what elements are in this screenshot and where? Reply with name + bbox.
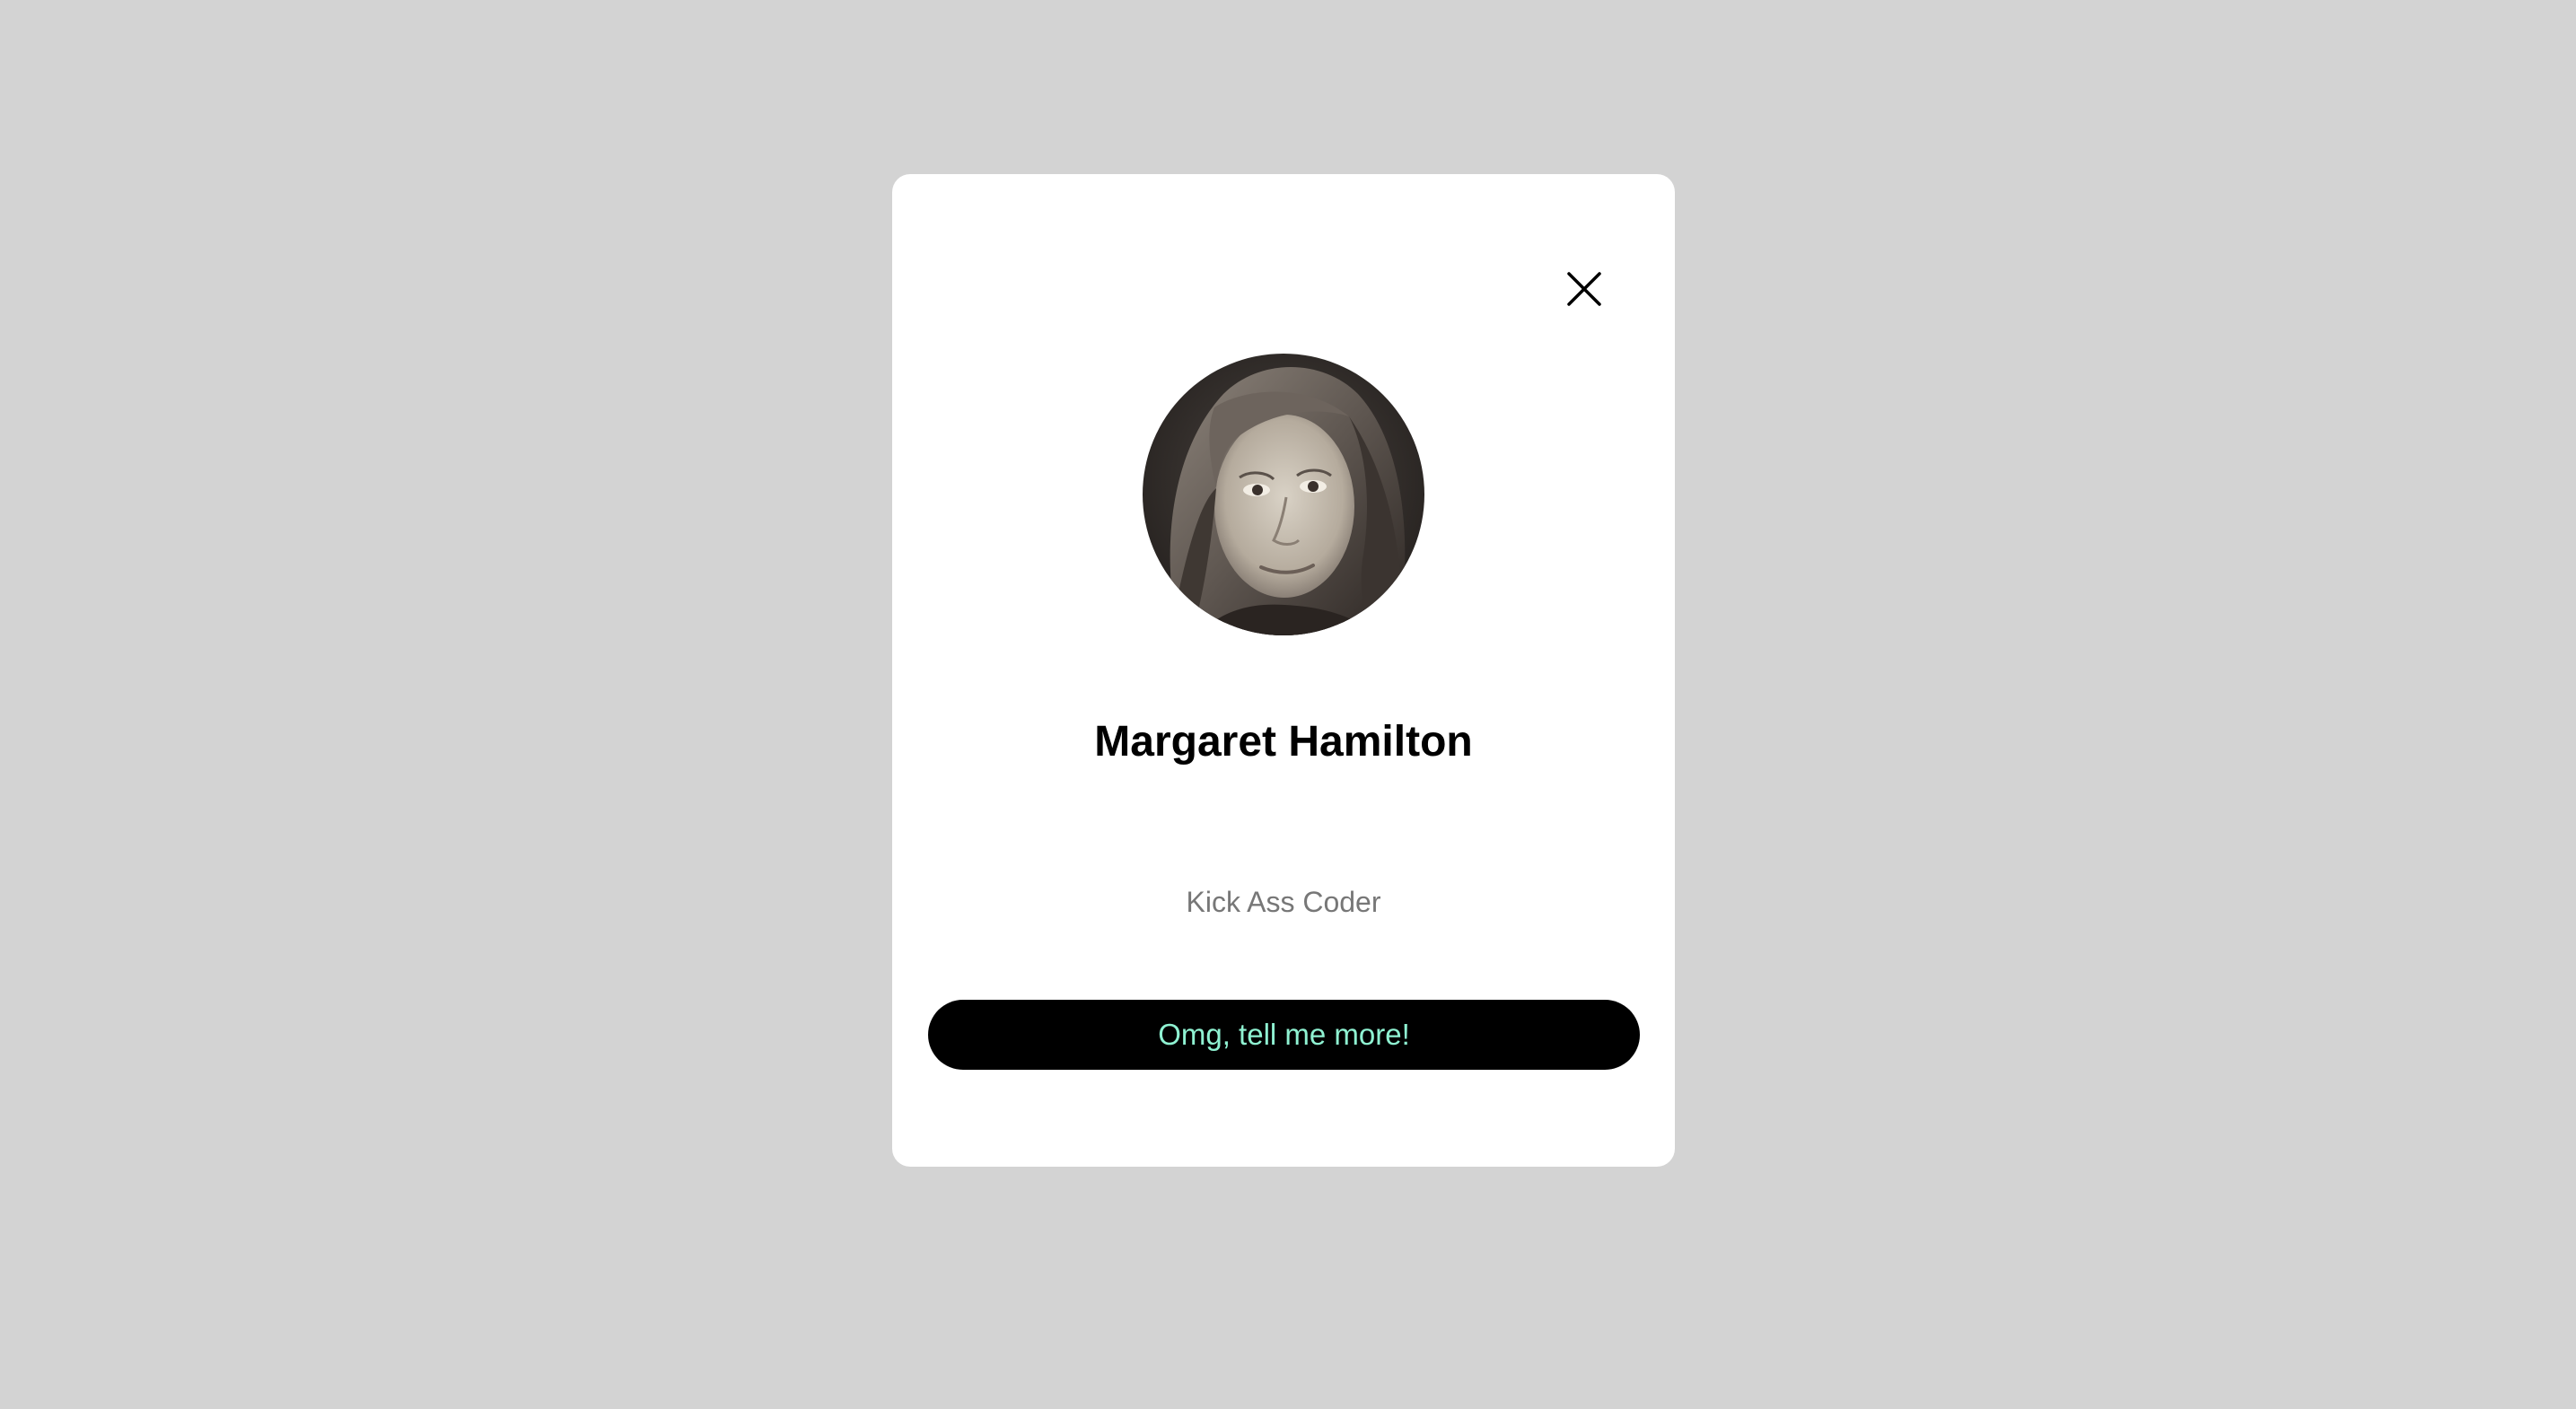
profile-card: Margaret Hamilton Kick Ass Coder Omg, te… [892, 174, 1675, 1167]
profile-name: Margaret Hamilton [1094, 718, 1473, 766]
close-button[interactable] [1561, 266, 1608, 312]
avatar-portrait-image [1143, 354, 1424, 635]
avatar [1143, 354, 1424, 635]
close-icon [1567, 272, 1601, 306]
profile-role: Kick Ass Coder [1186, 886, 1381, 918]
tell-me-more-button[interactable]: Omg, tell me more! [928, 1000, 1640, 1070]
